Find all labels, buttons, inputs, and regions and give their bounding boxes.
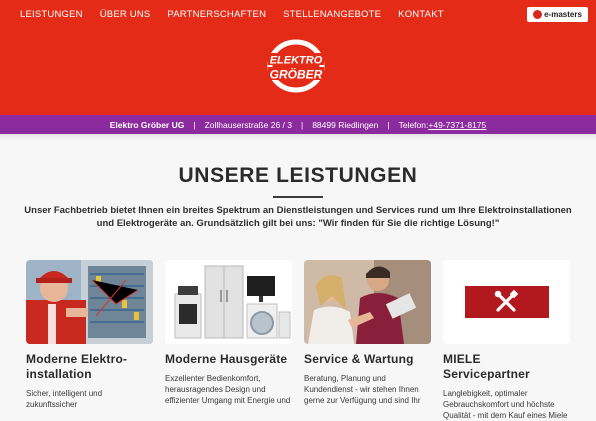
elektro-groeber-logo[interactable]: ELEKTRO GRÖBER (265, 37, 327, 95)
card-title: Service & Wartung (304, 352, 414, 366)
nav-leistungen[interactable]: LEISTUNGEN (20, 9, 83, 20)
card-text: Beratung, Planung und Kundendienst - wir… (304, 374, 421, 405)
service-card-wartung[interactable]: Service & Wartung Beratung, Planung und … (304, 260, 431, 406)
logo-line1: ELEKTRO (270, 55, 323, 67)
main-nav: LEISTUNGEN ÜBER UNS PARTNERSCHAFTEN STEL… (20, 9, 461, 20)
service-card-miele[interactable]: MIELE Servicepartner Langlebigkeit, opti… (443, 260, 570, 421)
service-card-hausgeraete[interactable]: Moderne Hausgeräte Exzellenter Bedienkom… (165, 260, 292, 406)
phone-label: Telefon: (398, 119, 429, 130)
card-text: Sicher, intelligent und zukunftssicher (26, 389, 103, 409)
phone-link[interactable]: +49-7371-8175 (428, 120, 486, 130)
city: 88499 Riedlingen (312, 119, 379, 130)
section-title: UNSERE LEISTUNGEN (178, 164, 418, 187)
card-title: MIELE Servicepartner (443, 352, 530, 381)
separator: | (387, 119, 390, 130)
nav-partnerschaften[interactable]: PARTNERSCHAFTEN (167, 9, 266, 20)
company-name: Elektro Gröber UG (109, 119, 185, 130)
header: LEISTUNGEN ÜBER UNS PARTNERSCHAFTEN STEL… (0, 0, 596, 115)
nav-ueber-uns[interactable]: ÜBER UNS (100, 9, 151, 20)
e-masters-label: e-masters (544, 10, 582, 19)
card-title: Moderne Elektro-installation (26, 352, 128, 381)
section-intro: Unser Fachbetrieb bietet Ihnen ein breit… (24, 205, 572, 229)
nav-kontakt[interactable]: KONTAKT (398, 9, 444, 20)
title-underline (273, 196, 323, 198)
logo-line2: GRÖBER (270, 67, 323, 82)
service-card-elektroinstallation[interactable]: Moderne Elektro-installation Sicher, int… (26, 260, 153, 410)
electrician-image (26, 260, 153, 344)
appliances-image (165, 260, 292, 344)
e-masters-icon (533, 10, 543, 19)
nav-stellenangebote[interactable]: STELLENANGEBOTE (283, 9, 381, 20)
card-title: Moderne Hausgeräte (165, 352, 288, 366)
separator: | (193, 119, 196, 130)
divider-shadow (0, 134, 596, 140)
contact-bar: Elektro Gröber UG | Zollhauserstraße 26 … (0, 115, 596, 134)
card-text: Exzellenter Bedienkomfort, herausragende… (165, 374, 291, 405)
miele-tools-image (443, 260, 570, 344)
consultation-image (304, 260, 431, 344)
e-masters-badge[interactable]: e-masters (527, 7, 588, 22)
separator: | (300, 119, 304, 130)
street-address: Zollhauserstraße 26 / 3 (204, 119, 292, 130)
